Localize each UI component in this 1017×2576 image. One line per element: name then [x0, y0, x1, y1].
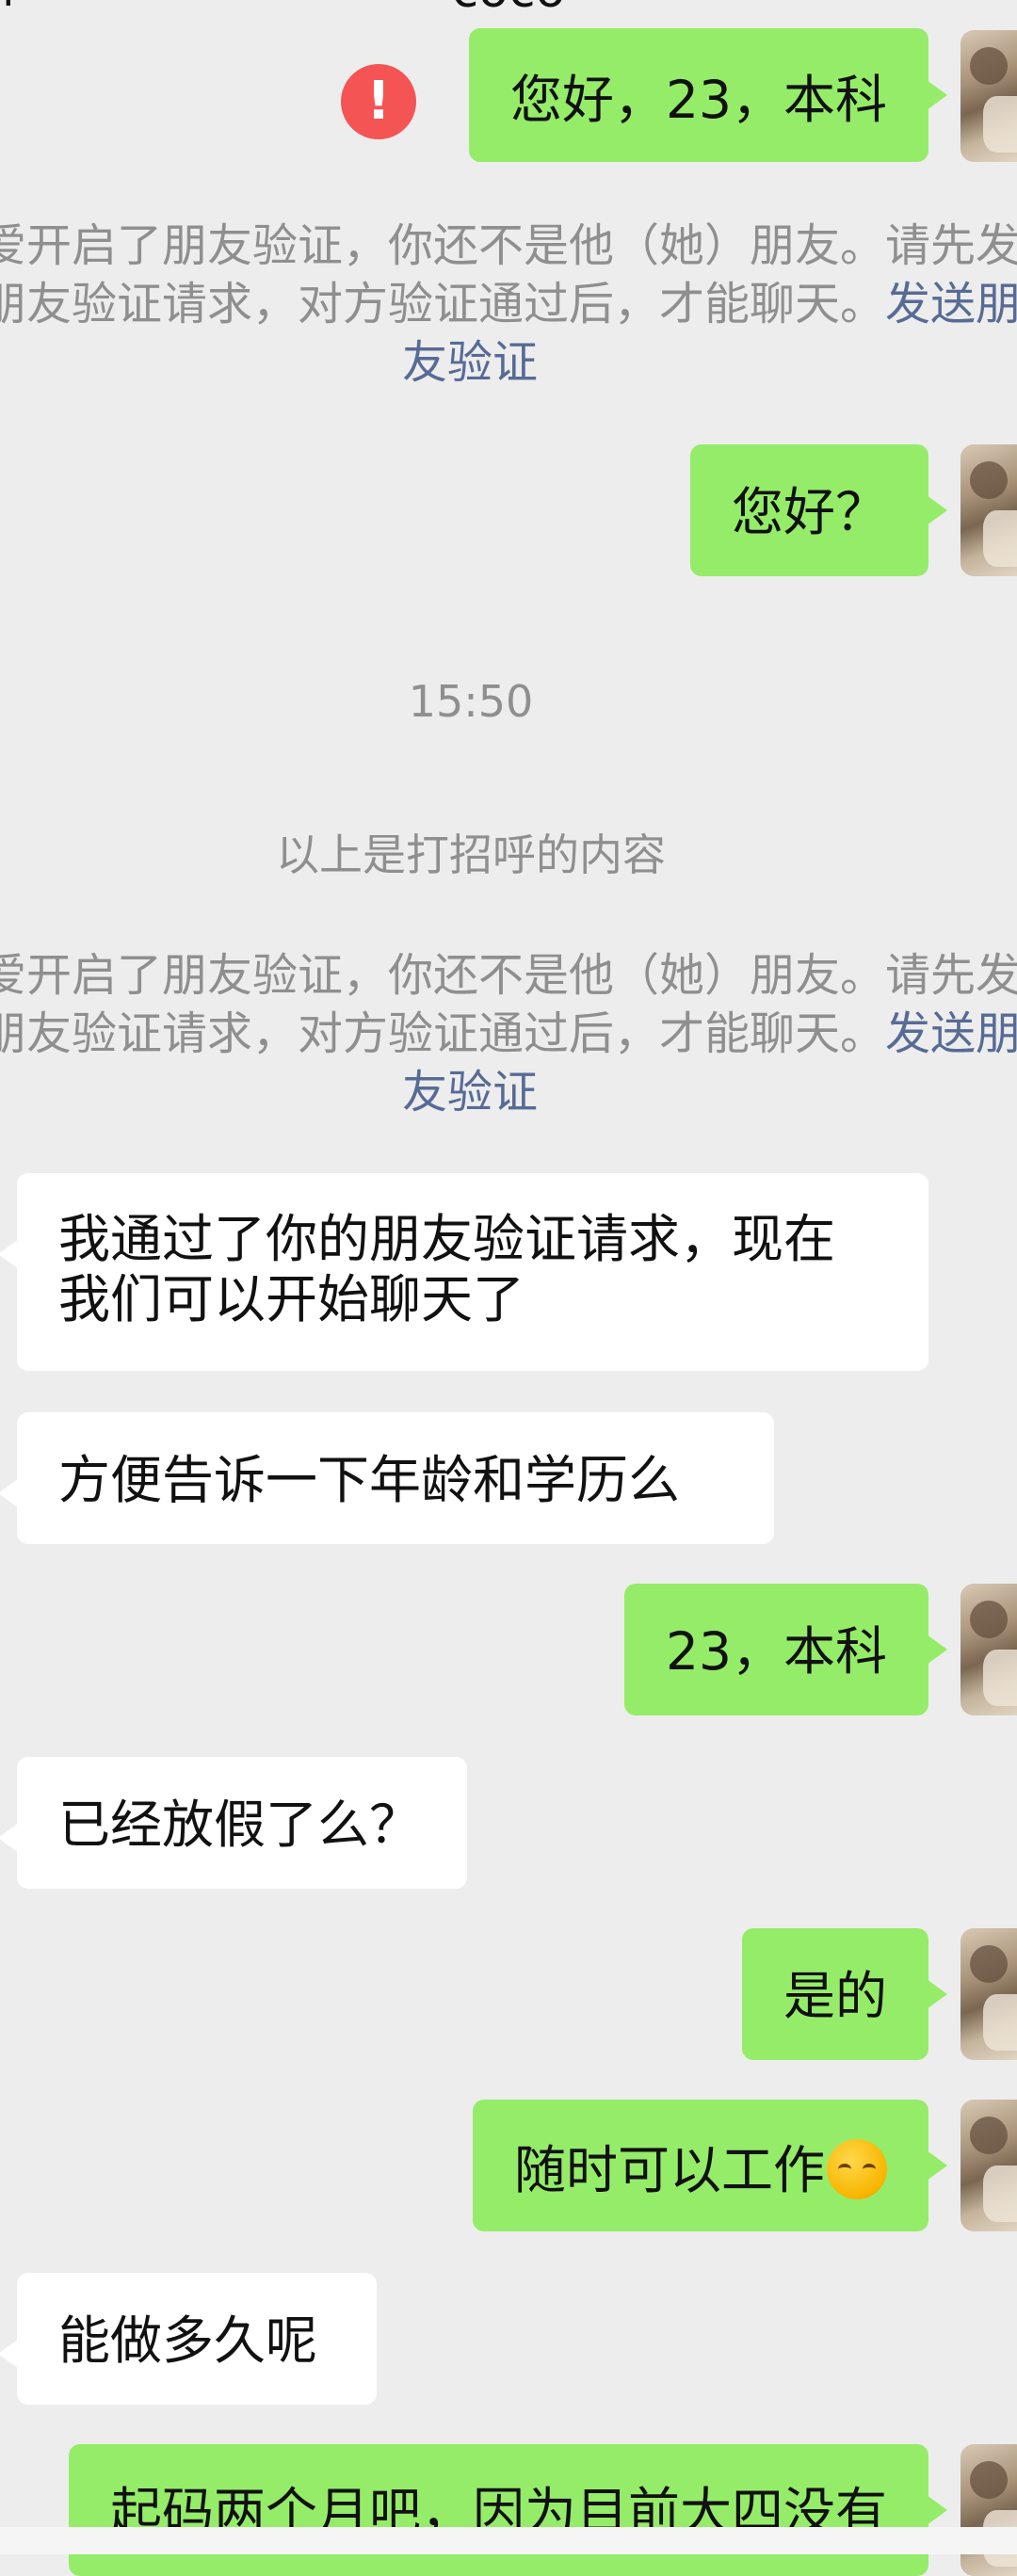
message-text: 能做多久呢: [58, 2310, 318, 2371]
my-avatar[interactable]: [960, 2444, 1017, 2576]
message-text: 方便告诉一下年龄和学历么: [58, 1450, 681, 1510]
sent-message-bubble[interactable]: 您好？: [689, 444, 948, 576]
sent-message-bubble[interactable]: 您好，23，本科: [469, 28, 947, 162]
message-text: 您好？: [731, 482, 887, 542]
received-message-bubble[interactable]: 能做多久呢: [0, 2273, 377, 2405]
notice-line: 爱开启了朋友验证，你还不是他（她）朋友。请先发: [0, 219, 1017, 272]
my-avatar[interactable]: [960, 30, 1017, 162]
chat-title[interactable]: coco: [0, 0, 1017, 19]
received-message-bubble[interactable]: 已经放假了么？: [0, 1757, 467, 1889]
message-text: 我们可以开始聊天了: [58, 1269, 525, 1329]
sent-message-bubble[interactable]: 是的: [741, 1928, 948, 2060]
message-text: 随时可以工作: [513, 2140, 825, 2200]
send-failed-icon[interactable]: !: [341, 64, 416, 139]
grinning-squint-emoji-icon: [827, 2139, 887, 2199]
my-avatar[interactable]: [960, 444, 1017, 576]
send-verification-link[interactable]: 友验证: [0, 333, 1017, 392]
notice-line: 朋友验证请求，对方验证通过后，才能聊天。发送朋: [0, 275, 1017, 333]
sent-message-bubble[interactable]: 起码两个月吧，因为目前大四没有: [68, 2444, 948, 2576]
timestamp: 15:50: [408, 676, 534, 727]
send-verification-link[interactable]: 发送朋: [885, 278, 1017, 330]
received-message-bubble[interactable]: 方便告诉一下年龄和学历么: [0, 1412, 774, 1544]
message-text: 是的: [783, 1966, 887, 2026]
message-text: 您好，23，本科: [510, 70, 887, 130]
friend-verification-notice: 爱开启了朋友验证，你还不是他（她）朋友。请先发 朋友验证请求，对方验证通过后，才…: [0, 946, 1017, 1121]
my-avatar[interactable]: [960, 2100, 1017, 2231]
notice-line: 朋友验证请求，对方验证通过后，才能聊天。发送朋: [0, 1005, 1017, 1063]
message-text: 我通过了你的朋友验证请求，现在: [58, 1209, 836, 1269]
my-avatar[interactable]: [960, 1584, 1017, 1715]
sent-message-bubble[interactable]: 23，本科: [624, 1584, 947, 1715]
send-verification-link[interactable]: 友验证: [0, 1063, 1017, 1121]
sent-message-bubble[interactable]: 随时可以工作: [472, 2100, 948, 2231]
message-text: 已经放假了么？: [58, 1795, 422, 1855]
send-verification-link[interactable]: 发送朋: [885, 1007, 1017, 1060]
received-message-bubble[interactable]: 我通过了你的朋友验证请求，现在 我们可以开始聊天了: [0, 1173, 928, 1371]
input-bar-edge: [0, 2527, 1017, 2554]
notice-line: 爱开启了朋友验证，你还不是他（她）朋友。请先发: [0, 949, 1017, 1002]
friend-verification-notice: 爱开启了朋友验证，你还不是他（她）朋友。请先发 朋友验证请求，对方验证通过后，才…: [0, 217, 1017, 392]
message-text: 23，本科: [666, 1621, 887, 1682]
greeting-notice: 以上是打招呼的内容: [276, 829, 666, 880]
my-avatar[interactable]: [960, 1928, 1017, 2060]
